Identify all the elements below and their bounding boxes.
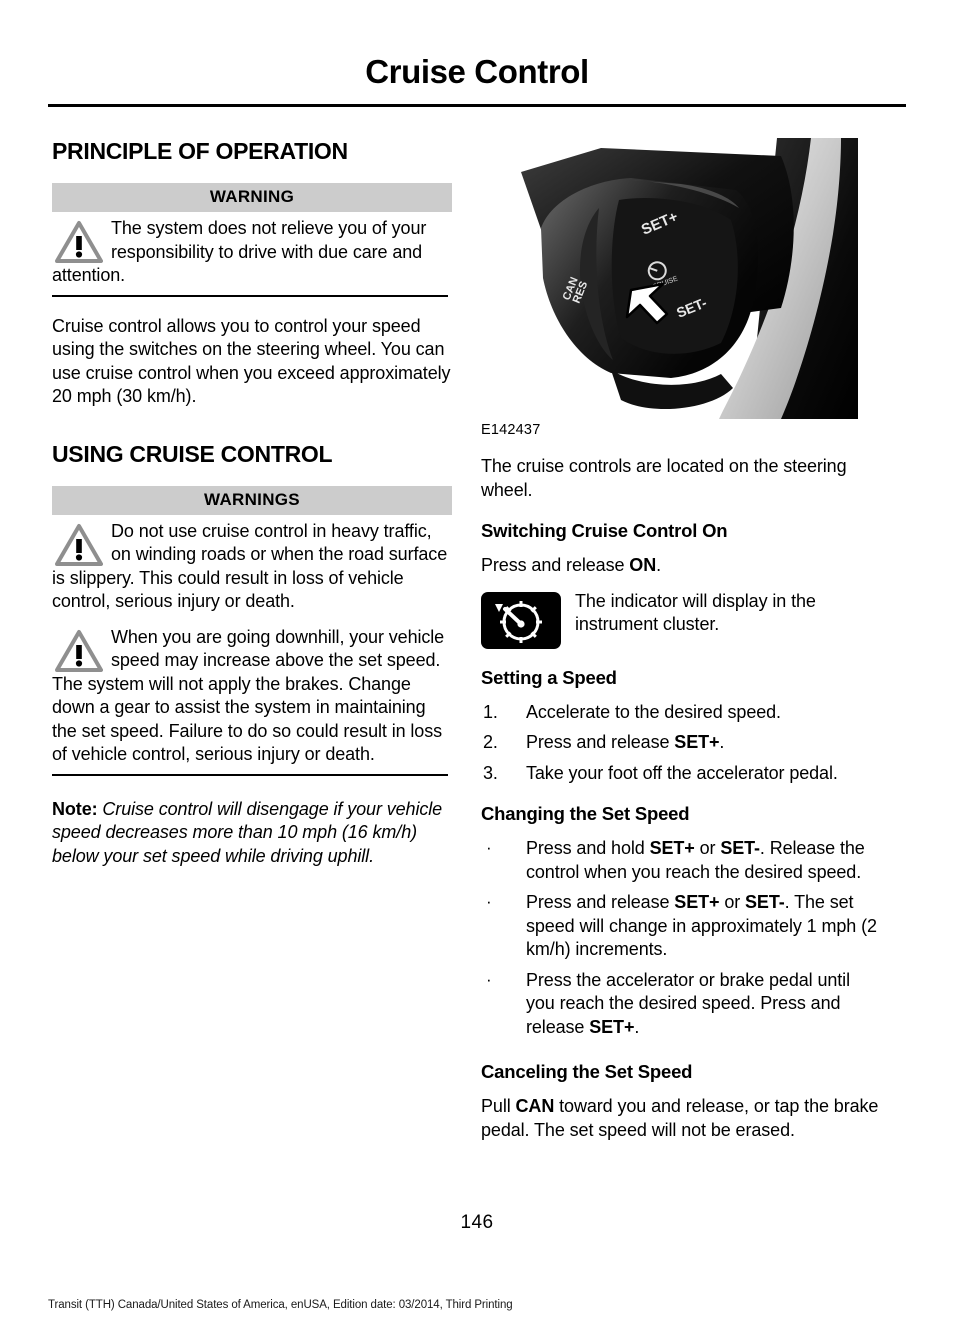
bullet-bold-1: SET+ — [649, 838, 695, 858]
warning-box-using: WARNINGS Do not use cruise control in he… — [52, 485, 452, 776]
bullet-bold-1: SET+ — [674, 892, 720, 912]
step-text-bold: SET+ — [674, 732, 720, 752]
cancel-prefix: Pull — [481, 1096, 516, 1116]
warning-text: When you are going downhill, your vehicl… — [52, 626, 445, 765]
note-text: Cruise control will disengage if your ve… — [52, 798, 443, 866]
intro-paragraph: Cruise control allows you to control you… — [52, 315, 451, 407]
page-title: Cruise Control — [365, 53, 589, 90]
instruction-suffix: . — [656, 555, 662, 575]
warning-body: The system does not relieve you of your … — [52, 212, 452, 288]
warning-box-bottom-rule — [52, 294, 448, 297]
warning-bar-label: WARNING — [52, 183, 452, 212]
bullet-bold-1: SET+ — [589, 1016, 635, 1037]
note-paragraph: Note: Cruise control will disengage if y… — [52, 798, 452, 869]
warning-triangle-icon — [55, 220, 103, 264]
photo-frame: SET+ SET- CAN RES CRUISE — [481, 138, 858, 419]
warnings-bar-label: WARNINGS — [52, 485, 452, 515]
instruction-prefix: Press and release — [481, 555, 630, 575]
bullet-text-2: or — [719, 892, 746, 912]
cancel-bold: CAN — [515, 1096, 555, 1116]
warning-triangle-icon — [55, 523, 103, 567]
photo-caption: E142437 — [481, 422, 541, 438]
list-item: · Press and release SET+ or SET-. The set… — [481, 891, 881, 962]
switching-on-instruction: Press and release ON. — [481, 554, 881, 578]
instruction-on-bold: ON — [629, 555, 657, 575]
bullet-marker: · — [486, 969, 492, 989]
manual-page: Cruise Control PRINCIPLE OF OPERATION WA… — [0, 0, 954, 1329]
bullet-marker: · — [486, 838, 492, 857]
warnings-body-second: When you are going downhill, your vehicl… — [52, 614, 452, 767]
warning-text: Do not use cruise control in heavy traff… — [52, 520, 448, 612]
list-item: 2. Press and release SET+. — [481, 731, 881, 755]
canceling-speed-paragraph: Pull CAN toward you and release, or tap … — [481, 1095, 881, 1142]
footer-publication-info: Transit (TTH) Canada/United States of Am… — [48, 1299, 513, 1311]
heading-changing-the-set-speed: Changing the Set Speed — [481, 803, 690, 824]
bullet-text-1: Press the accelerator or brake pedal unt… — [526, 969, 850, 1037]
bullet-text-1: Press and release — [526, 892, 675, 912]
bullet-text-3: . — [634, 1016, 640, 1037]
step-text-prefix: Press and release — [526, 732, 675, 752]
warning-text: The system does not relieve you of your … — [52, 218, 427, 285]
list-item: 1. Accelerate to the desired speed. — [481, 701, 881, 725]
left-column: PRINCIPLE OF OPERATION WARNING The syste… — [52, 138, 452, 886]
list-marker: 2. — [483, 732, 498, 752]
bullet-bold-2: SET- — [745, 892, 785, 912]
indicator-row: The indicator will display in the instru… — [481, 590, 881, 649]
warning-box-principle: WARNING The system does not relieve you … — [52, 183, 452, 297]
step-text-suffix: . — [719, 732, 725, 752]
heading-switching-cruise-control-on: Switching Cruise Control On — [481, 520, 728, 541]
list-marker: 1. — [483, 701, 498, 722]
indicator-description: The indicator will display in the instru… — [575, 590, 816, 635]
page-number: 146 — [460, 1212, 494, 1233]
setting-speed-steps: 1. Accelerate to the desired speed. 2. Pre… — [481, 701, 881, 786]
list-item: · Press the accelerator or brake pedal un… — [481, 969, 881, 1040]
changing-speed-bullets: · Press and hold SET+ or SET-. Release th… — [481, 837, 881, 1039]
photo-description: The cruise controls are located on the s… — [481, 456, 847, 500]
heading-setting-a-speed: Setting a Speed — [481, 666, 617, 688]
section-heading-principle-of-operation: PRINCIPLE OF OPERATION — [52, 138, 348, 164]
list-item: 3. Take your foot off the accelerator ped… — [481, 762, 881, 786]
bullet-text-1: Press and hold — [526, 838, 650, 858]
bullet-marker: · — [486, 892, 492, 911]
heading-canceling-the-set-speed: Canceling the Set Speed — [481, 1061, 693, 1082]
header-divider — [48, 104, 906, 107]
bullet-bold-2: SET- — [720, 838, 760, 858]
bullet-text-2: or — [694, 838, 721, 858]
warning-box-bottom-rule — [52, 773, 448, 776]
right-column: SET+ SET- CAN RES CRUISE E142437 The cru… — [481, 138, 881, 1142]
warning-triangle-icon — [55, 629, 103, 673]
note-label: Note: — [52, 798, 98, 819]
speedometer-icon — [481, 591, 561, 649]
step-text: Take your foot off the accelerator pedal… — [526, 762, 838, 783]
step-text: Accelerate to the desired speed. — [526, 701, 781, 722]
list-item: · Press and hold SET+ or SET-. Release th… — [481, 837, 881, 884]
section-heading-using-cruise-control: USING CRUISE CONTROL — [52, 440, 333, 467]
list-marker: 3. — [483, 762, 498, 783]
warnings-body-first: Do not use cruise control in heavy traff… — [52, 515, 452, 614]
cruise-control-stalk-photo: SET+ SET- CAN RES CRUISE — [481, 138, 858, 419]
